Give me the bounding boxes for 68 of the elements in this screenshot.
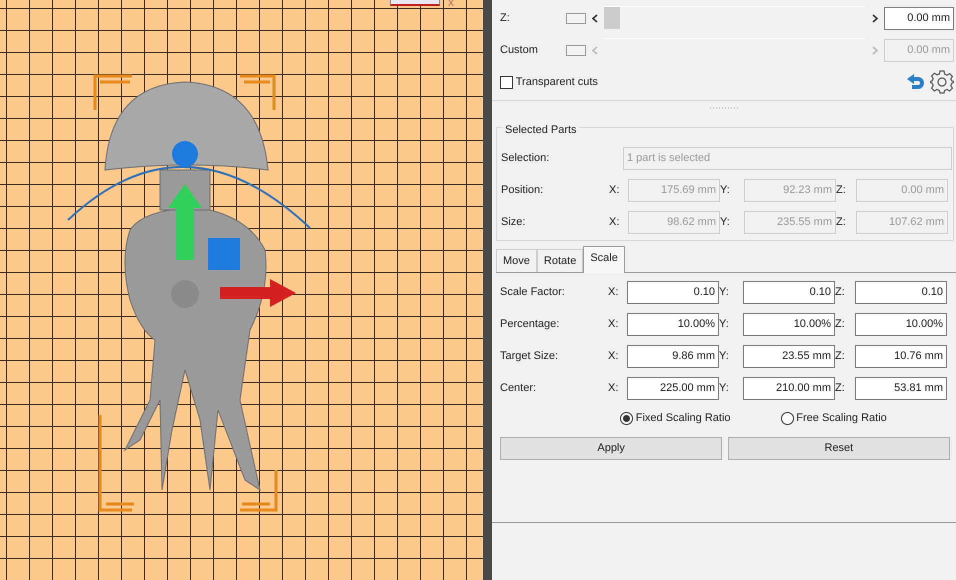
action-button[interactable]: Apply (500, 436, 722, 460)
radio-label: Free Scaling Ratio (796, 411, 887, 426)
value-field[interactable]: 9.86 mm (627, 345, 719, 368)
checkbox-label: Transparent cuts (516, 74, 598, 90)
field-label: Target Size: (500, 349, 560, 364)
tab[interactable]: Rotate (536, 248, 584, 272)
clip-label: Z: (500, 10, 511, 26)
field-label: Scale Factor: (500, 285, 566, 300)
axis-label: X: (609, 182, 620, 198)
color-swatch[interactable] (566, 44, 586, 56)
color-swatch[interactable] (566, 12, 586, 24)
value-field[interactable]: 225.00 mm (627, 377, 719, 400)
clip-label: Custom (500, 42, 539, 58)
axis-label: Y: (720, 214, 731, 230)
value-field[interactable]: 0.10 (627, 281, 719, 304)
axis-label: X: (608, 285, 620, 300)
value-field[interactable]: 10.00% (855, 313, 947, 336)
value-field[interactable]: 10.76 mm (855, 345, 947, 368)
value-field[interactable]: 23.55 mm (743, 345, 835, 368)
tab[interactable]: Move (496, 248, 537, 272)
radio-button[interactable] (620, 412, 633, 425)
scale-handle[interactable] (208, 238, 240, 270)
value-field[interactable]: 0.10 (743, 281, 835, 304)
value-field: 107.62 mm (856, 210, 948, 234)
axis-label: Y: (719, 285, 730, 300)
up-arrow-icon[interactable] (168, 184, 202, 260)
action-button[interactable]: Reset (728, 436, 950, 460)
value-field[interactable]: 10.00% (743, 313, 835, 336)
radio-button[interactable] (780, 412, 794, 425)
field-label: Position: (501, 182, 544, 198)
radio-label: Fixed Scaling Ratio (636, 411, 731, 426)
axis-label: Y: (719, 317, 730, 332)
axis-label: Y: (719, 349, 730, 364)
axis-indicator-drawing (390, 0, 440, 6)
value-field[interactable]: 0.00 mm (884, 6, 954, 30)
axis-label: Y: (719, 381, 730, 396)
rotation-handle[interactable] (172, 141, 198, 167)
field-label: Center: (500, 381, 538, 396)
selection-field: 1 part is selected (623, 146, 952, 170)
value-field: 175.69 mm (628, 178, 720, 202)
value-field[interactable]: 10.00% (627, 313, 719, 336)
tab[interactable]: Scale (583, 246, 625, 273)
value-field: 235.55 mm (744, 210, 836, 234)
value-field[interactable]: 210.00 mm (743, 377, 835, 400)
slider-thumb[interactable] (604, 7, 620, 29)
axis-label: Y: (720, 182, 731, 198)
field-label: Percentage: (500, 317, 560, 332)
checkbox[interactable] (500, 76, 513, 88)
axis-label: Z: (835, 381, 846, 396)
axis-label: Z: (836, 214, 847, 230)
value-field: 98.62 mm (628, 210, 720, 234)
axis-label: X: (608, 317, 620, 332)
value-field[interactable]: 53.81 mm (855, 377, 947, 400)
value-field: 0.00 mm (884, 38, 954, 62)
axis-label: X: (608, 381, 620, 396)
axis-label: Z: (835, 349, 846, 364)
axis-label: X: (608, 349, 620, 364)
axis-label: x (448, 0, 454, 8)
value-field: 92.23 mm (744, 178, 836, 202)
value-field[interactable]: 0.10 (855, 281, 947, 304)
value-field: 0.00 mm (856, 178, 948, 202)
settings-icon[interactable] (930, 70, 954, 94)
field-label: Selection: (501, 150, 550, 166)
axis-label: Z: (836, 182, 847, 198)
axis-label: Z: (835, 285, 846, 300)
field-label: Size: (501, 214, 526, 230)
axis-label: X: (609, 214, 620, 230)
axis-label: Z: (835, 317, 846, 332)
